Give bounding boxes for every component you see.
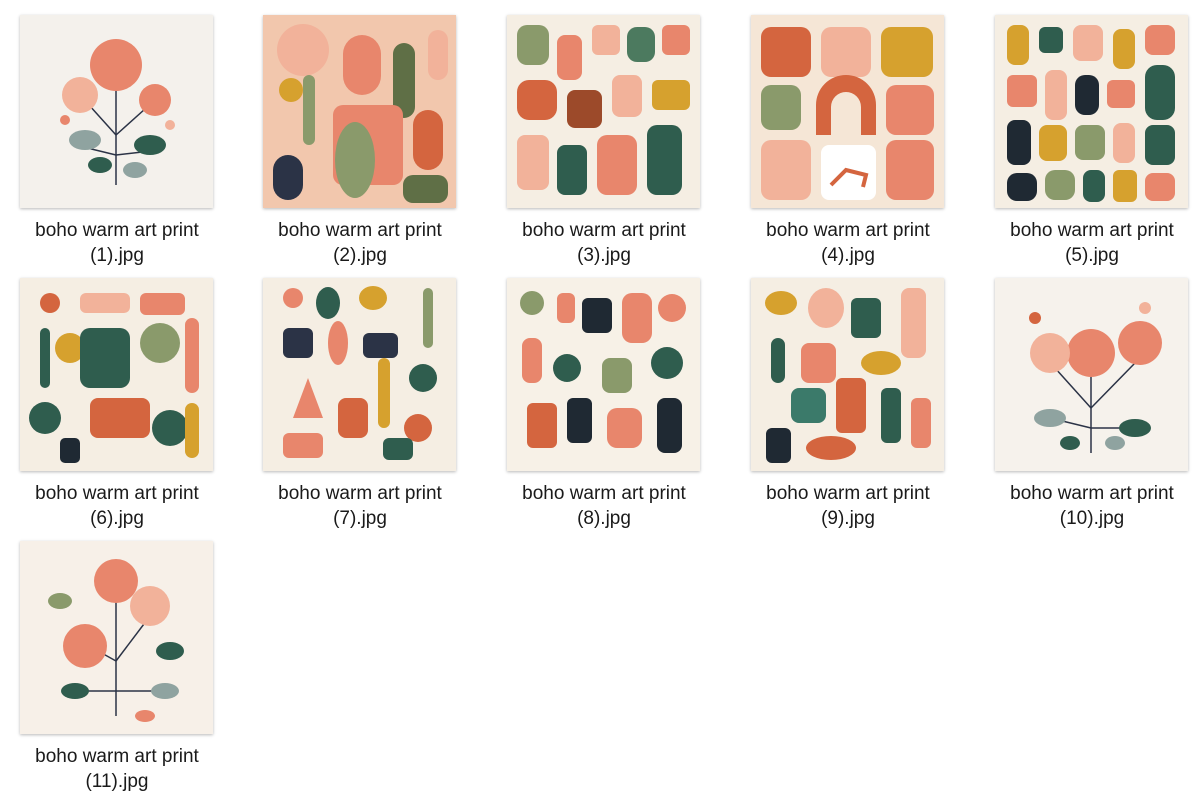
file-name: boho warm art print (5).jpg xyxy=(975,218,1200,268)
file-item[interactable]: boho warm art print (9).jpg xyxy=(731,278,961,538)
file-name: boho warm art print (1).jpg xyxy=(0,218,234,268)
thumbnail-blocks[interactable] xyxy=(507,15,700,208)
file-name-extension: (11).jpg xyxy=(85,771,149,792)
file-item[interactable]: boho warm art print (10).jpg xyxy=(975,278,1200,538)
file-name-line: boho warm art print xyxy=(522,220,686,241)
file-name-line: boho warm art print xyxy=(1010,220,1174,241)
file-name-extension: (7).jpg xyxy=(333,508,387,529)
file-name-line: boho warm art print xyxy=(278,220,442,241)
file-name-line: boho warm art print xyxy=(35,220,199,241)
file-name-extension: (3).jpg xyxy=(577,245,631,266)
file-name-extension: (8).jpg xyxy=(577,508,631,529)
file-name: boho warm art print (9).jpg xyxy=(731,481,965,531)
file-item[interactable]: boho warm art print (1).jpg xyxy=(0,15,230,275)
thumbnail-patterned-tiles[interactable] xyxy=(995,15,1188,208)
file-name: boho warm art print (4).jpg xyxy=(731,218,965,268)
file-name-extension: (5).jpg xyxy=(1065,245,1119,266)
file-name: boho warm art print (6).jpg xyxy=(0,481,234,531)
file-name: boho warm art print (3).jpg xyxy=(487,218,721,268)
file-item[interactable]: boho warm art print (6).jpg xyxy=(0,278,230,538)
thumbnail-arches[interactable] xyxy=(751,15,944,208)
file-name-extension: (10).jpg xyxy=(1059,508,1125,529)
file-name-extension: (1).jpg xyxy=(90,245,144,266)
file-item[interactable]: boho warm art print (11).jpg xyxy=(0,541,230,801)
file-name-line: boho warm art print xyxy=(766,483,930,504)
file-name: boho warm art print (2).jpg xyxy=(243,218,477,268)
file-item[interactable]: boho warm art print (4).jpg xyxy=(731,15,961,275)
thumbnail-creatures[interactable] xyxy=(507,278,700,471)
thumbnail-abstract-shapes[interactable] xyxy=(263,15,456,208)
file-item[interactable]: boho warm art print (8).jpg xyxy=(487,278,717,538)
file-name: boho warm art print (7).jpg xyxy=(243,481,477,531)
thumbnail-floral-blooms[interactable] xyxy=(20,541,213,734)
thumbnail-floral[interactable] xyxy=(20,15,213,208)
file-name-line: boho warm art print xyxy=(522,483,686,504)
file-item[interactable]: boho warm art print (3).jpg xyxy=(487,15,717,275)
file-name-line: boho warm art print xyxy=(35,483,199,504)
file-item[interactable]: boho warm art print (7).jpg xyxy=(243,278,473,538)
file-name-line: boho warm art print xyxy=(766,220,930,241)
file-name-line: boho warm art print xyxy=(1010,483,1174,504)
file-name: boho warm art print (11).jpg xyxy=(0,744,234,794)
file-item[interactable]: boho warm art print (5).jpg xyxy=(975,15,1200,275)
file-name-extension: (9).jpg xyxy=(821,508,875,529)
thumbnail-wildlife[interactable] xyxy=(751,278,944,471)
file-name: boho warm art print (8).jpg xyxy=(487,481,721,531)
file-name-extension: (6).jpg xyxy=(90,508,144,529)
file-grid: boho warm art print (1).jpg boho warm ar… xyxy=(0,0,1200,800)
thumbnail-floral-bouquet[interactable] xyxy=(995,278,1188,471)
file-item[interactable]: boho warm art print (2).jpg xyxy=(243,15,473,275)
file-name-line: boho warm art print xyxy=(35,746,199,767)
file-name-extension: (4).jpg xyxy=(821,245,875,266)
file-name: boho warm art print (10).jpg xyxy=(975,481,1200,531)
file-name-extension: (2).jpg xyxy=(333,245,387,266)
thumbnail-animals[interactable] xyxy=(20,278,213,471)
thumbnail-animals-plants[interactable] xyxy=(263,278,456,471)
file-name-line: boho warm art print xyxy=(278,483,442,504)
